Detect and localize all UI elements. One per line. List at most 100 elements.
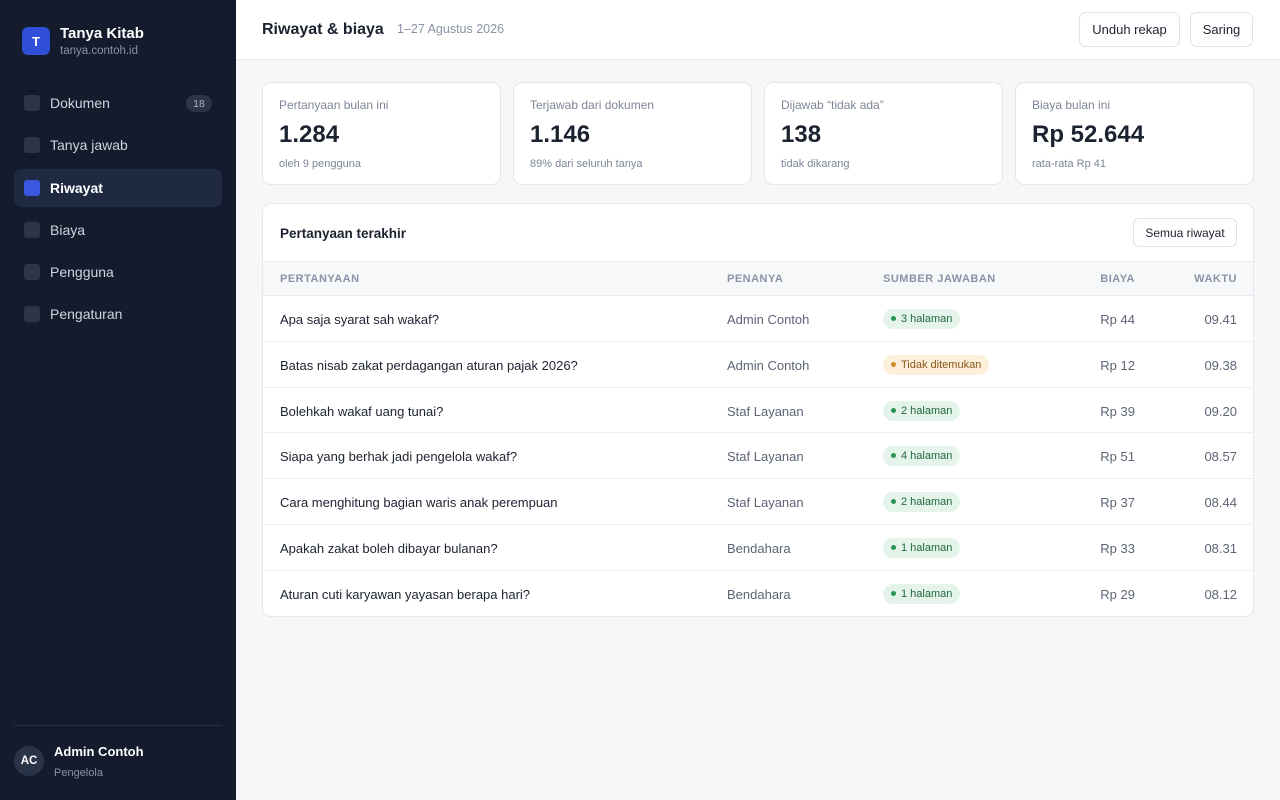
stat-subtext: 89% dari seluruh tanya (530, 158, 643, 170)
stat-card-questions: Pertanyaan bulan ini 1.284 oleh 9 penggu… (262, 82, 501, 185)
status-dot-icon (891, 316, 896, 321)
table-header: PERTANYAAN PENANYA SUMBER JAWABAN BIAYA … (263, 261, 1253, 296)
time-cell: 09.20 (1204, 403, 1237, 419)
status-dot-icon (891, 407, 896, 413)
source-badge: 3 halaman (883, 309, 961, 329)
filter-button[interactable]: Saring (1190, 12, 1253, 47)
time-cell: 09.38 (1204, 357, 1237, 373)
table-row[interactable]: Aturan cuti karyawan yayasan berapa hari… (263, 571, 1253, 616)
stat-value: 138 (781, 121, 822, 148)
status-dot-icon (891, 499, 896, 505)
column-header-cost[interactable]: BIAYA (1100, 273, 1135, 285)
source-badge: 4 halaman (883, 446, 961, 467)
asker-cell: Bendahara (727, 540, 791, 556)
history-icon (24, 179, 40, 196)
stat-subtext: oleh 9 pengguna (279, 158, 361, 170)
date-range: 1–27 Agustus 2026 (397, 22, 505, 36)
download-summary-button[interactable]: Unduh rekap (1079, 12, 1180, 47)
question-cell: Siapa yang berhak jadi pengelola wakaf? (280, 449, 518, 465)
source-badge-label: 3 halaman (901, 313, 953, 325)
status-dot-icon (891, 361, 896, 367)
source-badge: Tidak ditemukan (883, 354, 990, 375)
status-dot-icon (891, 453, 896, 459)
stat-card-answered: Terjawab dari dokumen 1.146 89% dari sel… (513, 82, 752, 185)
recent-questions-panel: Pertanyaan terakhir Semua riwayat PERTAN… (262, 203, 1254, 617)
column-header-source[interactable]: SUMBER JAWABAN (883, 273, 996, 285)
chat-icon (24, 137, 40, 154)
question-cell: Apakah zakat boleh dibayar bulanan? (280, 540, 498, 556)
stat-label: Biaya bulan ini (1032, 98, 1111, 112)
settings-icon (24, 306, 40, 323)
asker-cell: Bendahara (727, 586, 791, 602)
table-body: Apa saja syarat sah wakaf? Admin Contoh … (263, 296, 1253, 616)
all-history-button[interactable]: Semua riwayat (1133, 218, 1237, 247)
stat-value: Rp 52.644 (1032, 121, 1145, 148)
brand[interactable]: T Tanya Kitab tanya.contoh.id (22, 26, 144, 57)
sidebar-nav: Dokumen 18 Tanya jawab Riwayat Biaya Pen… (14, 84, 222, 338)
table-row[interactable]: Apakah zakat boleh dibayar bulanan? Bend… (263, 525, 1253, 571)
document-icon (24, 95, 40, 111)
sidebar-item-tanya-jawab[interactable]: Tanya jawab (14, 126, 222, 164)
stat-card-not-found: Dijawab “tidak ada” 138 tidak dikarang (764, 82, 1003, 185)
source-badge-label: 1 halaman (901, 541, 953, 554)
stat-label: Terjawab dari dokumen (530, 98, 655, 112)
avatar: AC (14, 746, 44, 776)
users-icon (24, 264, 40, 281)
table-row[interactable]: Apa saja syarat sah wakaf? Admin Contoh … (263, 296, 1253, 342)
column-header-asker[interactable]: PENANYA (727, 273, 783, 285)
source-badge: 1 halaman (883, 583, 961, 604)
stat-subtext: rata-rata Rp 41 (1032, 158, 1106, 170)
document-count-badge: 18 (186, 95, 212, 112)
source-badge-label: 2 halaman (901, 404, 953, 417)
source-badge: 1 halaman (883, 537, 961, 558)
stat-label: Dijawab “tidak ada” (781, 98, 884, 112)
panel-title: Pertanyaan terakhir (280, 226, 407, 241)
sidebar: T Tanya Kitab tanya.contoh.id Dokumen 18… (0, 0, 236, 800)
stat-value: 1.146 (530, 121, 591, 148)
time-cell: 08.57 (1204, 449, 1237, 465)
brand-logo: T (22, 27, 50, 55)
column-header-question[interactable]: PERTANYAAN (280, 273, 360, 285)
status-dot-icon (891, 590, 896, 596)
sidebar-item-label: Dokumen (50, 95, 110, 111)
question-cell: Aturan cuti karyawan yayasan berapa hari… (280, 586, 531, 602)
source-badge-label: 4 halaman (901, 450, 953, 463)
user-name: Admin Contoh (54, 744, 144, 759)
sidebar-item-dokumen[interactable]: Dokumen 18 (14, 84, 222, 122)
table-row[interactable]: Batas nisab zakat perdagangan aturan paj… (263, 342, 1253, 388)
sidebar-item-biaya[interactable]: Biaya (14, 211, 222, 249)
sidebar-item-pengaturan[interactable]: Pengaturan (14, 295, 222, 333)
source-badge: 2 halaman (883, 400, 961, 421)
user-profile[interactable]: AC Admin Contoh Pengelola (14, 725, 222, 779)
time-cell: 08.44 (1204, 495, 1237, 511)
brand-name: Tanya Kitab (60, 25, 144, 42)
table-row[interactable]: Bolehkah wakaf uang tunai? Staf Layanan … (263, 388, 1253, 434)
cost-cell: Rp 37 (1100, 495, 1135, 511)
sidebar-item-label: Biaya (50, 221, 86, 238)
asker-cell: Staf Layanan (727, 449, 804, 465)
asker-cell: Admin Contoh (727, 312, 810, 327)
cost-cell: Rp 39 (1100, 403, 1135, 419)
asker-cell: Admin Contoh (727, 357, 810, 373)
cost-cell: Rp 33 (1100, 540, 1135, 556)
sidebar-item-riwayat[interactable]: Riwayat (14, 168, 222, 207)
page-header: Riwayat & biaya 1–27 Agustus 2026 Unduh … (236, 0, 1280, 60)
asker-cell: Staf Layanan (727, 495, 804, 511)
source-badge-label: Tidak ditemukan (901, 358, 982, 371)
sidebar-item-pengguna[interactable]: Pengguna (14, 253, 222, 291)
time-cell: 08.31 (1204, 540, 1237, 556)
time-cell: 08.12 (1204, 586, 1237, 602)
asker-cell: Staf Layanan (727, 403, 804, 419)
sidebar-item-label: Riwayat (50, 179, 103, 196)
question-cell: Bolehkah wakaf uang tunai? (280, 403, 444, 419)
question-cell: Cara menghitung bagian waris anak peremp… (280, 495, 558, 511)
column-header-time[interactable]: WAKTU (1194, 273, 1237, 285)
time-cell: 09.41 (1204, 312, 1237, 327)
wallet-icon (24, 221, 40, 238)
cost-cell: Rp 51 (1100, 449, 1135, 465)
source-badge-label: 1 halaman (901, 587, 953, 600)
question-cell: Apa saja syarat sah wakaf? (280, 312, 439, 327)
table-row[interactable]: Siapa yang berhak jadi pengelola wakaf? … (263, 433, 1253, 480)
table-row[interactable]: Cara menghitung bagian waris anak peremp… (263, 479, 1253, 525)
sidebar-item-label: Tanya jawab (50, 137, 128, 154)
